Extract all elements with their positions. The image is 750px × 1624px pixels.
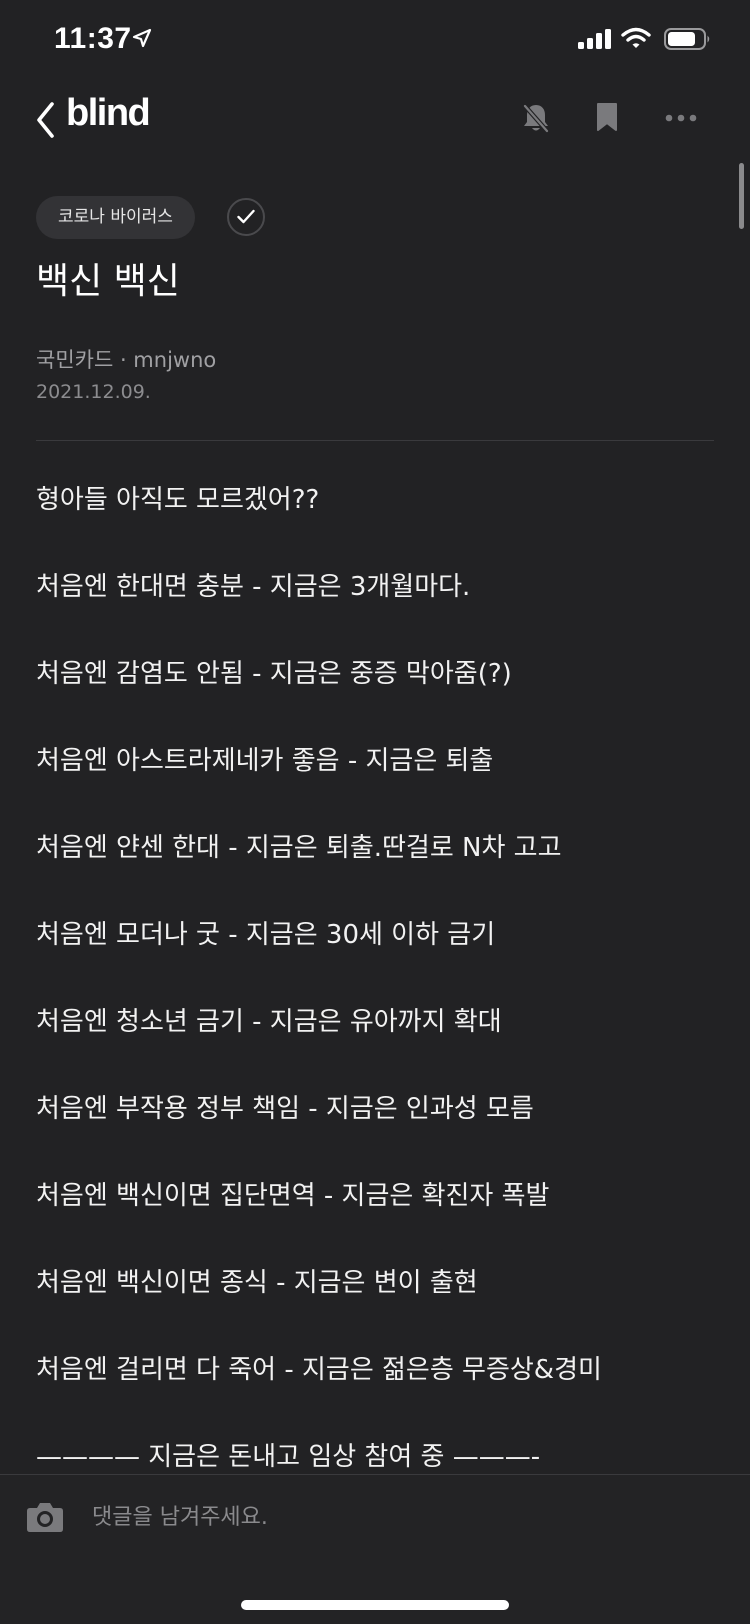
topic-tag[interactable]: 코로나 바이러스 bbox=[36, 196, 195, 239]
battery-icon bbox=[664, 28, 710, 50]
post-body-line: 처음엔 백신이면 집단면역 - 지금은 확진자 폭발 bbox=[36, 1181, 550, 1211]
post-body-line: 처음엔 모더나 굿 - 지금은 30세 이하 금기 bbox=[36, 920, 496, 950]
post-body-line: 처음엔 감염도 안됨 - 지금은 중증 막아줌(?) bbox=[36, 659, 512, 689]
cellular-signal-icon bbox=[578, 29, 611, 49]
post-body-line: ———— 지금은 돈내고 임상 참여 중 ———- bbox=[36, 1442, 541, 1472]
check-icon bbox=[237, 209, 255, 224]
post-body-line: 처음엔 얀센 한대 - 지금은 퇴출.딴걸로 N차 고고 bbox=[36, 833, 562, 863]
post-title: 백신 백신 bbox=[36, 261, 180, 302]
post-body-line: 처음엔 백신이면 종식 - 지금은 변이 출현 bbox=[36, 1268, 478, 1298]
app-logo: blind bbox=[66, 92, 151, 134]
post-body-line: 형아들 아직도 모르겠어?? bbox=[36, 485, 320, 515]
comment-input[interactable] bbox=[90, 1495, 714, 1539]
header-divider bbox=[36, 440, 714, 441]
post-body-line: 처음엔 청소년 금기 - 지금은 유아까지 확대 bbox=[36, 1007, 502, 1037]
status-bar: 11:37 bbox=[0, 0, 750, 80]
wifi-icon bbox=[621, 27, 651, 48]
camera-icon[interactable] bbox=[26, 1501, 64, 1533]
home-indicator[interactable] bbox=[241, 1600, 509, 1610]
bookmark-icon[interactable] bbox=[596, 102, 618, 132]
back-button[interactable] bbox=[34, 101, 58, 139]
more-horizontal-icon[interactable] bbox=[665, 114, 697, 122]
post-author[interactable]: 국민카드 · mnjwno bbox=[36, 344, 216, 374]
bell-off-icon[interactable] bbox=[522, 102, 550, 134]
verified-button[interactable] bbox=[227, 198, 265, 236]
navigation-bar: blind bbox=[0, 80, 750, 160]
post-body-line: 처음엔 아스트라제네카 좋음 - 지금은 퇴출 bbox=[36, 746, 494, 776]
location-arrow-icon bbox=[132, 28, 152, 48]
status-time: 11:37 bbox=[54, 22, 132, 55]
post-body-line: 처음엔 한대면 충분 - 지금은 3개월마다. bbox=[36, 572, 471, 602]
post-body-line: 처음엔 부작용 정부 책임 - 지금은 인과성 모름 bbox=[36, 1094, 534, 1124]
post-date: 2021.12.09. bbox=[36, 381, 151, 403]
post-body-line: 처음엔 걸리면 다 죽어 - 지금은 젊은층 무증상&경미 bbox=[36, 1355, 602, 1385]
scroll-indicator[interactable] bbox=[739, 163, 744, 229]
